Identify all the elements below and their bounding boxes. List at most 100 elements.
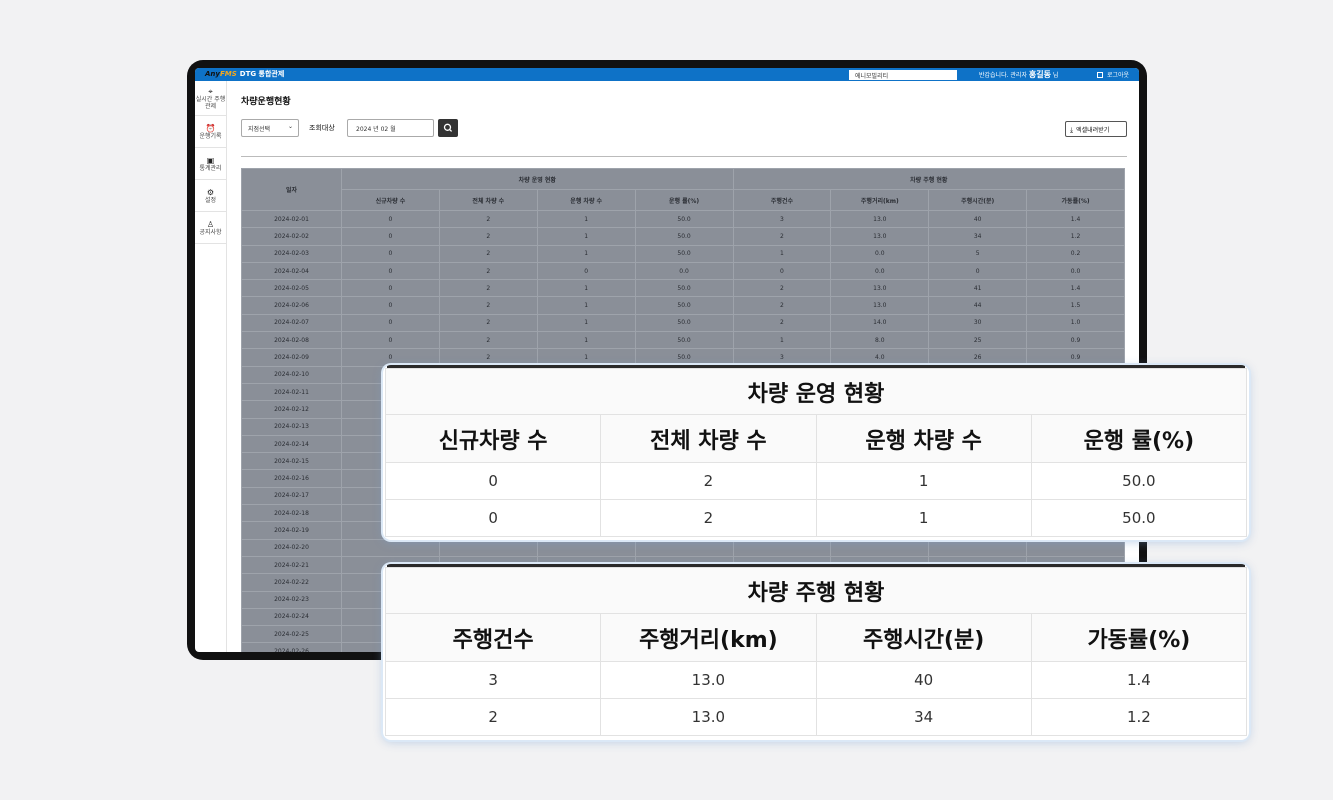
value-cell: 50.0 [1030, 462, 1248, 500]
value-cell: 2 [600, 499, 817, 537]
company-select[interactable]: 에니모빌리티 [849, 70, 957, 80]
date-cell: 2024-02-22 [241, 573, 342, 592]
value-cell: 14.0 [830, 313, 930, 333]
value-cell: 0 [341, 244, 440, 263]
date-cell: 2024-02-25 [241, 625, 342, 644]
table-row: 2024-02-01 0 2 1 50.0 3 13.0 40 1.4 [241, 209, 1125, 229]
column-header: 전체 차량 수 [438, 189, 538, 211]
value-cell: 2 [438, 244, 538, 263]
sidebar-item-notice[interactable]: ♙ 공지사항 [195, 212, 226, 244]
divider [241, 156, 1127, 157]
zoom-operation-title: 차량 운영 현황 [385, 368, 1247, 415]
value-cell: 3 [384, 661, 602, 699]
value-cell: 0 [384, 462, 602, 500]
value-cell: 1.5 [1026, 296, 1125, 315]
value-cell: 0 [536, 261, 636, 281]
value-cell: 1.4 [1026, 209, 1125, 229]
value-cell: 2 [438, 227, 538, 246]
zoom-driving-title: 차량 주행 현황 [385, 567, 1247, 614]
value-cell: 0 [341, 279, 440, 298]
date-cell: 2024-02-08 [241, 331, 342, 350]
value-cell: 50.0 [634, 331, 734, 350]
user-name: 홍길동 [1028, 70, 1051, 79]
column-header: 주행건수 [732, 189, 832, 211]
sidebar-item-records[interactable]: ⏰ 운행기록 [195, 116, 226, 148]
table-row: 2024-02-06 0 2 1 50.0 2 13.0 44 1.5 [241, 296, 1125, 315]
value-cell: 0 [928, 261, 1028, 281]
date-header: 일자 [241, 168, 342, 211]
sidebar-item-settings[interactable]: ⚙ 설정 [195, 180, 226, 212]
excel-download-button[interactable]: ⤓ 엑셀내려받기 [1065, 121, 1127, 137]
zoom-column-header: 주행거리(km) [600, 613, 817, 662]
value-cell: 1.4 [1026, 279, 1125, 298]
value-cell: 1 [536, 244, 636, 263]
value-cell: 30 [928, 313, 1028, 333]
value-cell: 26 [928, 348, 1028, 367]
logout-button[interactable]: 로그아웃 [1097, 70, 1129, 79]
date-cell: 2024-02-15 [241, 452, 342, 471]
date-cell: 2024-02-01 [241, 209, 342, 229]
user-icon: ♙ [206, 219, 215, 229]
value-cell: 2 [732, 227, 832, 246]
date-cell: 2024-02-14 [241, 434, 342, 454]
value-cell [536, 538, 636, 557]
value-cell: 2 [438, 209, 538, 229]
value-cell: 50.0 [634, 279, 734, 298]
value-cell: 0.9 [1026, 331, 1125, 350]
welcome-text: 반갑습니다. 관리자 홍길동 님 [979, 70, 1059, 79]
value-cell: 1 [536, 313, 636, 333]
value-cell: 2 [732, 296, 832, 315]
zoom-operation-table: 차량 운영 현황 신규차량 수 전체 차량 수 운행 차량 수 운행 률(%) 021… [384, 368, 1248, 537]
value-cell: 0 [341, 331, 440, 350]
value-cell [928, 538, 1028, 557]
value-cell: 13.0 [600, 661, 817, 699]
table-row: 2024-02-08 0 2 1 50.0 1 8.0 25 0.9 [241, 331, 1125, 350]
value-cell: 13.0 [830, 279, 930, 298]
date-cell: 2024-02-16 [241, 469, 342, 488]
value-cell: 0.0 [1026, 261, 1125, 281]
value-cell: 13.0 [600, 698, 817, 736]
zoom-panel-driving: 차량 주행 현황 주행건수 주행거리(km) 주행시간(분) 가동률(%) 3 13.0… [383, 564, 1249, 740]
value-cell [732, 538, 832, 557]
table-row: 2 13.0 34 1.2 [384, 698, 1248, 736]
value-cell: 2 [438, 261, 538, 281]
value-cell: 50.0 [1030, 499, 1248, 537]
value-cell: 0 [341, 261, 440, 281]
table-row: 2024-02-20 [241, 538, 1125, 557]
value-cell: 1 [732, 244, 832, 263]
value-cell: 0 [384, 499, 602, 537]
value-cell: 0 [341, 313, 440, 333]
column-header: 운행 률(%) [634, 189, 734, 211]
value-cell: 2 [600, 462, 817, 500]
search-button[interactable] [438, 119, 458, 137]
date-cell: 2024-02-12 [241, 400, 342, 419]
value-cell: 0.9 [1026, 348, 1125, 367]
date-cell: 2024-02-17 [241, 486, 342, 506]
gear-icon: ⚙ [206, 187, 215, 197]
value-cell [438, 538, 538, 557]
value-cell: 4.0 [830, 348, 930, 367]
date-cell: 2024-02-07 [241, 313, 342, 333]
zoom-panel-operation: 차량 운영 현황 신규차량 수 전체 차량 수 운행 차량 수 운행 률(%) 021… [383, 365, 1249, 540]
date-cell: 2024-02-11 [241, 382, 342, 402]
chevron-down-icon: ⌄ [287, 123, 293, 130]
page-title: 차량운행현황 [241, 97, 291, 107]
value-cell [341, 538, 440, 557]
value-cell [830, 538, 930, 557]
branch-select[interactable]: 지점선택 ⌄ [241, 119, 299, 137]
value-cell: 0 [341, 209, 440, 229]
value-cell: 2 [384, 698, 602, 736]
sidebar-item-statistics[interactable]: ▣ 통계관리 [195, 148, 226, 180]
driving-group-header: 차량 주행 현황 [732, 168, 1125, 190]
date-cell: 2024-02-03 [241, 244, 342, 263]
brand-logo[interactable]: AnyFMS DTG 통합관제 [205, 69, 284, 79]
value-cell: 2 [438, 279, 538, 298]
value-cell: 13.0 [830, 296, 930, 315]
table-row: 2024-02-07 0 2 1 50.0 2 14.0 30 1.0 [241, 313, 1125, 333]
sidebar-item-realtime[interactable]: ⌖ 실시간 주행 관제 [195, 81, 226, 116]
zoom-column-header: 신규차량 수 [384, 414, 602, 463]
month-input[interactable]: 2024 년 02 월 [347, 119, 434, 137]
chart-icon: ▣ [206, 155, 215, 165]
zoom-column-header: 주행시간(분) [815, 613, 1032, 662]
value-cell: 50.0 [634, 296, 734, 315]
